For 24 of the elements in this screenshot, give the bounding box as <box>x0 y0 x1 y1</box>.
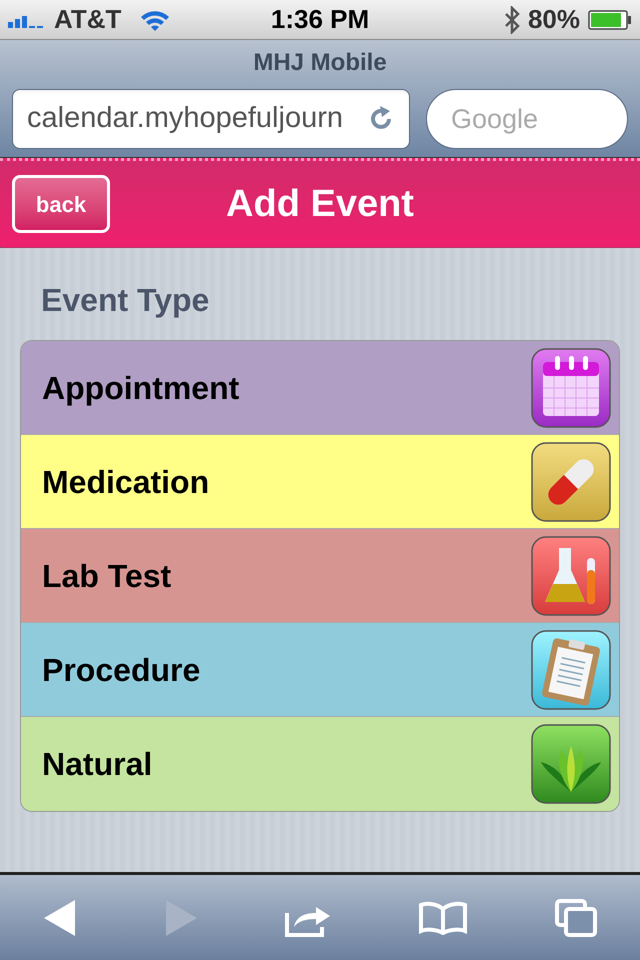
pill-icon <box>531 442 611 522</box>
battery-percentage: 80% <box>528 3 580 36</box>
bluetooth-icon <box>504 6 520 34</box>
back-arrow-icon[interactable] <box>43 898 78 936</box>
book-icon[interactable] <box>418 900 468 934</box>
page-title: MHJ Mobile <box>253 48 387 78</box>
header-title: Add Event <box>225 182 415 226</box>
back-button[interactable]: back <box>12 175 110 233</box>
leaves-icon <box>531 724 611 804</box>
address-field[interactable]: calendar.myhopefuljourn <box>12 89 410 149</box>
search-field[interactable]: Google <box>426 89 628 149</box>
clock-time: 1:36 PM <box>270 3 370 36</box>
pages-icon[interactable] <box>554 898 597 936</box>
section-title: Event Type <box>41 281 210 320</box>
clipboard-icon <box>531 630 611 710</box>
event-type-item[interactable]: Medication <box>21 435 619 529</box>
calendar-icon <box>531 348 611 428</box>
event-type-item[interactable]: Natural <box>21 717 619 811</box>
event-type-item[interactable]: Lab Test <box>21 529 619 623</box>
flask-icon <box>531 536 611 616</box>
event-type-item[interactable]: Appointment <box>21 341 619 435</box>
battery-icon <box>588 10 632 30</box>
event-type-item[interactable]: Procedure <box>21 623 619 717</box>
carrier-name: AT&T <box>54 3 122 36</box>
